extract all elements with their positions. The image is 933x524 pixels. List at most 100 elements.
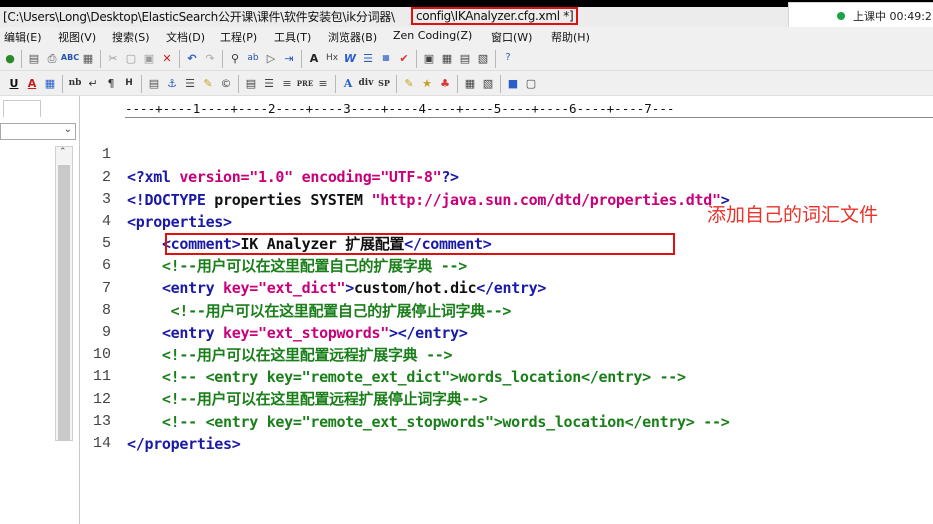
return-icon[interactable]: ↵ [85,75,101,91]
copyright-icon[interactable]: © [218,75,234,91]
menu-edit[interactable]: 编辑(E) [4,29,42,45]
file-sidebar: ⌄ ⌃ [0,96,80,524]
paragraph-icon[interactable]: ¶ [103,75,119,91]
A-icon[interactable]: A [340,75,356,91]
paste-icon[interactable]: ▣ [141,50,157,66]
check-icon[interactable]: ✔ [396,50,412,66]
toolbar-separator [62,75,63,93]
sidebar-tab[interactable] [3,100,41,117]
column-ruler: ----+----1----+----2----+----3----+----4… [125,101,675,116]
sidebar-scrollbar[interactable]: ⌃ [55,146,73,441]
help-icon[interactable]: ? [500,50,516,66]
font-color-icon[interactable]: A [24,75,40,91]
print-icon[interactable]: ⎙ [44,50,60,66]
code-line: 8 <entry key="ext_stopwords"></entry> [80,278,933,342]
window-title-file: config\IKAnalyzer.cfg.xml *] [411,7,579,25]
code-line: 7 <!--用户可以在这里配置自己的扩展停止词字典--> [80,256,933,320]
code-line: 14 [80,411,933,452]
form-icon[interactable]: ✎ [401,75,417,91]
menu-bar: 编辑(E) 视图(V) 搜索(S) 文档(D) 工程(P) 工具(T) 浏览器(… [0,27,933,46]
sp-icon[interactable]: SP [376,75,392,91]
menu-document[interactable]: 文档(D) [166,29,205,45]
frame-icon[interactable]: ▤ [243,75,259,91]
column-icon[interactable]: ▦ [378,50,394,66]
goto-icon[interactable]: ▷ [263,50,279,66]
view3-icon[interactable]: ▤ [457,50,473,66]
toolbar-separator [396,75,397,93]
cut-icon[interactable]: ✂ [105,50,121,66]
underline-icon[interactable]: U [6,75,22,91]
script-icon[interactable]: ♣ [437,75,453,91]
menu-zen-coding[interactable]: Zen Coding(Z) [393,29,472,42]
menu-search[interactable]: 搜索(S) [112,29,150,45]
toolbar-separator [416,50,417,68]
hex-icon[interactable]: Hx [324,50,340,66]
div-icon[interactable]: div [358,75,374,91]
list-icon[interactable]: ☰ [360,50,376,66]
color-icon[interactable]: ■ [505,75,521,91]
scroll-up-icon[interactable]: ⌃ [59,147,67,157]
window-title-path: [C:\Users\Long\Desktop\ElasticSearch公开课\… [3,10,395,24]
save-icon[interactable]: ▤ [26,50,42,66]
toolbar-separator [222,50,223,68]
indent-icon[interactable]: ⇥ [281,50,297,66]
toolbar-separator [21,50,22,68]
properties-icon[interactable]: ▦ [80,50,96,66]
grid-icon[interactable]: ▦ [462,75,478,91]
highlight-box [165,233,675,255]
replace-icon[interactable]: ab [245,50,261,66]
find-icon[interactable]: ⚲ [227,50,243,66]
toolbar-separator [100,50,101,68]
anchor-icon[interactable]: ⚓ [164,75,180,91]
toolbar-separator [301,50,302,68]
edit-icon[interactable]: ✎ [200,75,216,91]
window-icon[interactable]: ▢ [523,75,539,91]
copy-icon[interactable]: ▢ [123,50,139,66]
code-line: 12 <!-- <entry key="remote_ext_stopwords… [80,367,933,431]
view1-icon[interactable]: ▣ [421,50,437,66]
open-icon[interactable]: ● [2,50,18,66]
table2-icon[interactable]: ▧ [480,75,496,91]
image-icon[interactable]: ▤ [146,75,162,91]
toolbar-separator [495,50,496,68]
line-number: 14 [92,435,111,452]
menu-view[interactable]: 视图(V) [58,29,96,45]
list2-icon[interactable]: ≡ [315,75,331,91]
menu-tools[interactable]: 工具(T) [274,29,311,45]
undo-icon[interactable]: ↶ [184,50,200,66]
sidebar-combo[interactable]: ⌄ [0,123,76,140]
code-editor[interactable]: ----+----1----+----2----+----3----+----4… [80,96,933,524]
spellcheck-icon[interactable]: ABC [61,50,79,66]
toolbar-separator [179,50,180,68]
redo-icon[interactable]: ↷ [202,50,218,66]
menu-browser[interactable]: 浏览器(B) [328,29,377,45]
menu-help[interactable]: 帮助(H) [551,29,590,45]
align-icon[interactable]: ☰ [182,75,198,91]
html-toolbar: U A ▦ nb ↵ ¶ H ▤ ⚓ ☰ ✎ © ▤ ☰ ≡ PRE ≡ A d… [0,72,933,96]
pre-icon[interactable]: PRE [297,75,313,91]
view2-icon[interactable]: ▦ [439,50,455,66]
code-line: 2 <!DOCTYPE properties SYSTEM "http://ja… [80,145,933,209]
list-icon[interactable]: ☰ [261,75,277,91]
css-icon[interactable]: ★ [419,75,435,91]
font-icon[interactable]: A [306,50,322,66]
code-line: 10 <!-- <entry key="remote_ext_dict">wor… [80,322,933,386]
scrollbar-thumb[interactable] [58,165,70,441]
ruler-divider [125,117,933,118]
hr-icon[interactable]: H [121,75,137,91]
class-status-widget[interactable]: 上课中 00:49:2 [788,2,933,28]
delete-icon[interactable]: ✕ [159,50,175,66]
toolbar-separator [335,75,336,93]
class-status-text: 上课中 00:49:2 [853,10,932,23]
table-icon[interactable]: ▦ [42,75,58,91]
toolbar-separator [500,75,501,93]
view4-icon[interactable]: ▧ [475,50,491,66]
menu-window[interactable]: 窗口(W) [491,29,532,45]
toolbar-separator [238,75,239,93]
menu-project[interactable]: 工程(P) [220,29,257,45]
wordwrap-icon[interactable]: W [342,50,358,66]
nb-icon[interactable]: nb [67,75,83,91]
code-text: </properties> [127,435,241,453]
align-center-icon[interactable]: ≡ [279,75,295,91]
toolbar-separator [457,75,458,93]
